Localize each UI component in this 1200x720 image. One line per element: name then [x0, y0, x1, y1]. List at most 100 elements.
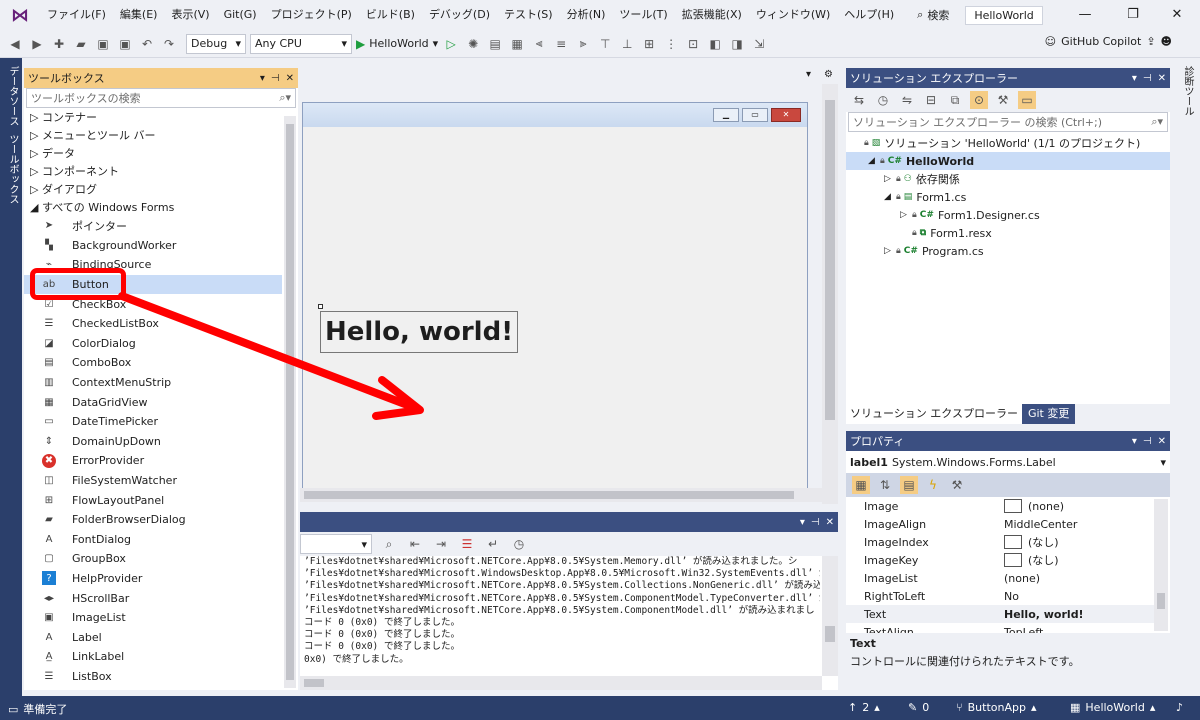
property-pages-icon[interactable]: ⚒: [948, 476, 966, 494]
github-copilot-button[interactable]: ☺ GitHub Copilot ⇪ ☻: [1045, 35, 1172, 48]
collapsed-triangle-icon[interactable]: ▷: [884, 246, 896, 256]
toolbox-item-ポインター[interactable]: ➤ ポインター: [24, 216, 282, 236]
visual-studio-logo-icon[interactable]: ⋈: [0, 0, 40, 30]
dropdown-icon[interactable]: ▾: [260, 73, 265, 84]
show-all-files-icon[interactable]: ⧉: [946, 91, 964, 109]
designer-vscrollbar[interactable]: [822, 84, 838, 504]
dropdown-icon[interactable]: ▾: [1132, 73, 1137, 84]
layout-icon[interactable]: ▦: [508, 35, 526, 53]
output-source-select[interactable]: ▾: [300, 534, 372, 554]
switch-views-icon[interactable]: ⇆: [850, 91, 868, 109]
categorized-icon[interactable]: ▦: [852, 476, 870, 494]
dropdown-icon[interactable]: ▾: [800, 517, 805, 528]
word-wrap-icon[interactable]: ↵: [484, 535, 502, 553]
tab-order-icon[interactable]: ⇲: [750, 35, 768, 53]
clear-all-icon[interactable]: ☰: [458, 535, 476, 553]
property-row-image[interactable]: Image (none): [846, 497, 1154, 515]
menu-item[interactable]: Git(G): [217, 0, 264, 30]
solution-folder-icon[interactable]: ▤: [486, 35, 504, 53]
person-icon[interactable]: ☻: [1161, 35, 1172, 48]
align-middle-icon[interactable]: ⊥: [618, 35, 636, 53]
properties-icon[interactable]: ▤: [900, 476, 918, 494]
open-folder-icon[interactable]: ▰: [72, 35, 90, 53]
menu-item[interactable]: 拡張機能(X): [675, 0, 749, 30]
object-selector[interactable]: label1 System.Windows.Forms.Label ▾: [846, 451, 1170, 473]
expanded-triangle-icon[interactable]: ◢: [884, 192, 896, 202]
toolbox-category[interactable]: ▷ メニューとツール バー: [30, 126, 298, 144]
close-icon[interactable]: ✕: [1154, 0, 1200, 30]
save-icon[interactable]: ▣: [94, 35, 112, 53]
maximize-icon[interactable]: ❐: [1110, 0, 1156, 30]
toolbox-search-input[interactable]: ツールボックスの検索 ⌕▾: [26, 88, 296, 108]
toolbox-category[interactable]: ▷ データ: [30, 144, 298, 162]
align-top-icon[interactable]: ⊤: [596, 35, 614, 53]
sync-icon[interactable]: ⇋: [898, 91, 916, 109]
close-icon[interactable]: ✕: [826, 517, 834, 528]
dropdown-icon[interactable]: ▾: [1132, 436, 1137, 447]
solution-tree-node[interactable]: ▷ 🔒︎ C# Program.cs: [846, 242, 1170, 260]
menu-item[interactable]: 分析(N): [560, 0, 613, 30]
properties-scrollbar[interactable]: [1154, 499, 1168, 631]
solution-tree-node[interactable]: ▷ 🔒︎ C# Form1.Designer.cs: [846, 206, 1170, 224]
status-up-arrows[interactable]: ↑ 2 ▴: [848, 701, 880, 714]
toolbox-tab[interactable]: ツールボックス: [5, 134, 20, 204]
property-row-imageindex[interactable]: ImageIndex (なし): [846, 533, 1154, 551]
toolbox-item-fontdialog[interactable]: A FontDialog: [24, 530, 282, 550]
hot-reload-icon[interactable]: ✺: [464, 35, 482, 53]
output-hscrollbar-thumb[interactable]: [304, 679, 324, 687]
property-row-imagekey[interactable]: ImageKey (なし): [846, 551, 1154, 569]
notifications-bell-icon[interactable]: ♪: [1176, 701, 1183, 714]
expanded-triangle-icon[interactable]: ◢: [868, 156, 880, 166]
toolbox-item-helpprovider[interactable]: ? HelpProvider: [24, 569, 282, 589]
close-icon[interactable]: ✕: [1158, 436, 1166, 447]
menu-item[interactable]: プロジェクト(P): [264, 0, 359, 30]
configuration-select[interactable]: Debug ▾: [186, 33, 246, 54]
solution-tree-node[interactable]: ◢ 🔒︎ C# HelloWorld: [846, 152, 1170, 170]
diagnostic-tools-tab[interactable]: 診断ツール: [1180, 66, 1195, 116]
start-without-debugging-icon[interactable]: ▷: [442, 35, 460, 53]
forward-icon[interactable]: ▶: [28, 35, 46, 53]
toolbox-item-hscrollbar[interactable]: ◂▸ HScrollBar: [24, 588, 282, 608]
toolbox-item-filesystemwatcher[interactable]: ◫ FileSystemWatcher: [24, 471, 282, 491]
preview-icon[interactable]: ▭: [1018, 91, 1036, 109]
output-hscrollbar[interactable]: [300, 676, 822, 690]
toolbox-item-linklabel[interactable]: A̲ LinkLabel: [24, 647, 282, 667]
track-active-icon[interactable]: ⊙: [970, 91, 988, 109]
search-button[interactable]: ⌕ 検索: [909, 7, 957, 23]
send-back-icon[interactable]: ◨: [728, 35, 746, 53]
toolbox-group-all-forms[interactable]: ◢ すべての Windows Forms: [24, 198, 298, 216]
redo-icon[interactable]: ↷: [160, 35, 178, 53]
toolbox-item-imagelist[interactable]: ▣ ImageList: [24, 608, 282, 628]
settings-icon[interactable]: ⚙: [824, 69, 833, 80]
solution-search-input[interactable]: ソリューション エクスプローラー の検索 (Ctrl+;) ⌕▾: [848, 112, 1168, 132]
toolbox-item-flowlayoutpanel[interactable]: ⊞ FlowLayoutPanel: [24, 490, 282, 510]
designer-hscrollbar[interactable]: [300, 488, 822, 502]
collapse-all-icon[interactable]: ⊟: [922, 91, 940, 109]
solution-tree-node[interactable]: 🔒︎ ▧ ソリューション 'HelloWorld' (1/1 のプロジェクト): [846, 134, 1170, 152]
toolbox-item-folderbrowserdialog[interactable]: ▰ FolderBrowserDialog: [24, 510, 282, 530]
events-icon[interactable]: ϟ: [924, 476, 942, 494]
align-left-icon[interactable]: ⫷: [530, 35, 548, 53]
align-center-icon[interactable]: ≡: [552, 35, 570, 53]
close-icon[interactable]: ✕: [1158, 73, 1166, 84]
toolbox-category[interactable]: ▷ コンテナー: [30, 108, 298, 126]
status-repo[interactable]: ▦ HelloWorld ▴: [1070, 701, 1155, 714]
toolbox-item-label[interactable]: A Label: [24, 627, 282, 647]
alphabetical-icon[interactable]: ⇅: [876, 476, 894, 494]
close-icon[interactable]: ✕: [286, 73, 294, 84]
status-pending-edits[interactable]: ✎ 0: [908, 701, 929, 714]
toolbox-item-groupbox[interactable]: ▢ GroupBox: [24, 549, 282, 569]
designer-vscrollbar-thumb[interactable]: [825, 100, 835, 420]
platform-select[interactable]: Any CPU ▾: [250, 33, 352, 54]
back-icon[interactable]: ◀: [6, 35, 24, 53]
menu-item[interactable]: ヘルプ(H): [837, 0, 901, 30]
find-icon[interactable]: ⌕: [380, 535, 398, 553]
menu-item[interactable]: ファイル(F): [40, 0, 113, 30]
save-all-icon[interactable]: ▣: [116, 35, 134, 53]
properties-scrollbar-thumb[interactable]: [1157, 593, 1165, 609]
toolbox-item-listbox[interactable]: ☰ ListBox: [24, 667, 282, 687]
toolbox-item-errorprovider[interactable]: ✖ ErrorProvider: [24, 451, 282, 471]
next-message-icon[interactable]: ⇥: [432, 535, 450, 553]
toolbox-category[interactable]: ▷ コンポーネント: [30, 162, 298, 180]
solution-tree-node[interactable]: ◢ 🔒︎ ▤ Form1.cs: [846, 188, 1170, 206]
